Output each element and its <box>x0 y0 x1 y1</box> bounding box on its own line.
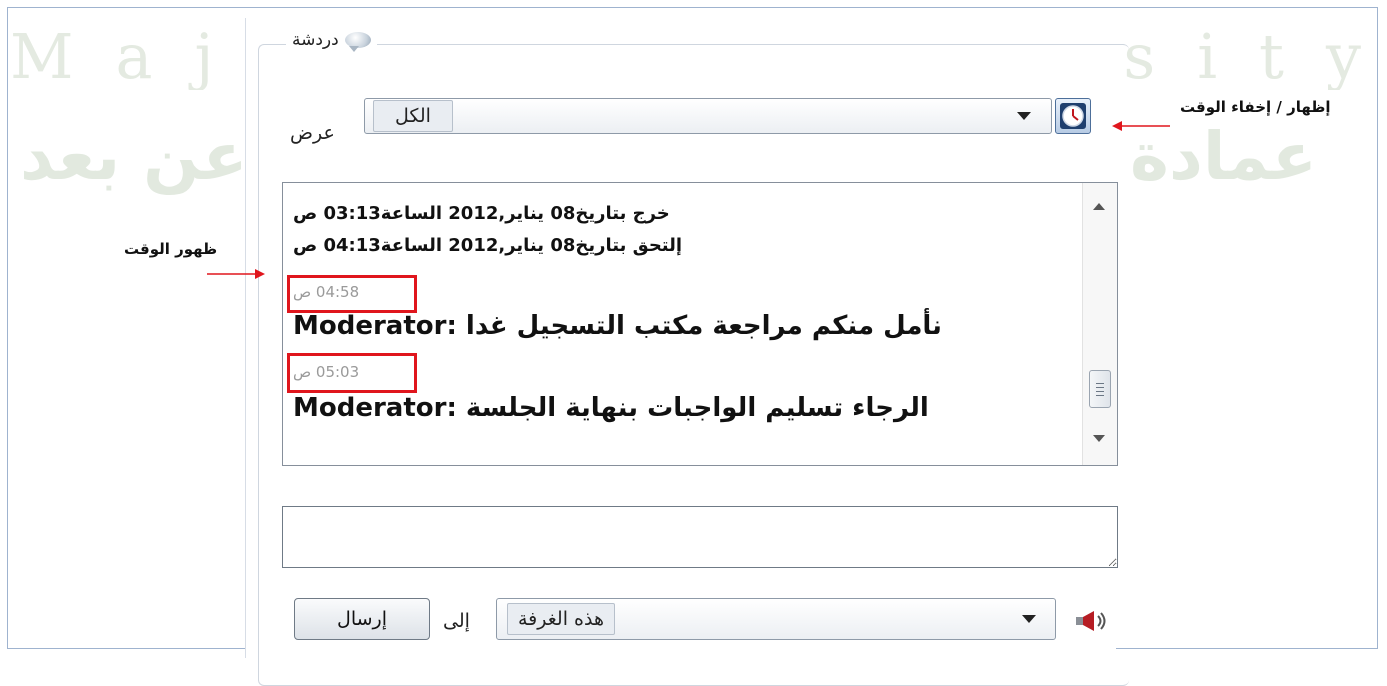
grip-line <box>1096 387 1104 388</box>
scroll-thumb[interactable] <box>1089 370 1111 408</box>
scroll-down-icon[interactable] <box>1093 435 1105 442</box>
recipient-label: إلى <box>443 610 470 632</box>
watermark-arabic-left: عن بعد <box>20 118 248 195</box>
toggle-time-button[interactable] <box>1055 98 1091 134</box>
grip-line <box>1096 383 1104 384</box>
send-button[interactable]: إرسال <box>294 598 430 640</box>
speaker-button[interactable] <box>1074 608 1114 634</box>
chat-panel-header: دردشة <box>286 30 377 52</box>
recipient-dropdown[interactable]: هذه الغرفة <box>496 598 1056 640</box>
chat-message: نأمل منكم مراجعة مكتب التسجيل غدا :Moder… <box>293 311 942 341</box>
recipient-value: هذه الغرفة <box>507 603 615 635</box>
timestamp-highlight-box <box>287 353 417 393</box>
chat-bubble-icon <box>344 32 371 52</box>
chevron-down-icon <box>1017 112 1031 120</box>
chat-log-scrollbar[interactable] <box>1082 183 1117 465</box>
message-input[interactable] <box>282 506 1118 568</box>
view-filter-value: الكل <box>373 100 453 132</box>
grip-line <box>1096 391 1104 392</box>
system-line-joined: إلتحق بتاريخ08 يناير,2012 الساعة04:13 ص <box>293 235 683 256</box>
callout-arrow-right <box>207 269 265 279</box>
view-filter-dropdown[interactable]: الكل <box>364 98 1052 134</box>
chat-panel: دردشة عرض الكل خرج بتاريخ08 يناير,2012 ا… <box>245 18 1129 686</box>
scroll-up-icon[interactable] <box>1093 203 1105 210</box>
grip-line <box>1096 395 1104 396</box>
callout-toggle-time: إظهار / إخفاء الوقت <box>1180 98 1331 116</box>
timestamp-highlight-box <box>287 275 417 313</box>
chat-panel-title: دردشة <box>292 30 339 50</box>
chevron-down-icon <box>1022 615 1036 623</box>
clock-icon <box>1060 103 1086 129</box>
speaker-icon <box>1076 611 1106 631</box>
chat-message: الرجاء تسليم الواجبات بنهاية الجلسة :Mod… <box>293 393 929 423</box>
chat-log[interactable]: خرج بتاريخ08 يناير,2012 الساعة03:13 ص إل… <box>282 182 1118 466</box>
view-filter-label: عرض <box>290 122 335 144</box>
callout-time-shown: ظهور الوقت <box>124 240 218 258</box>
callout-arrow-left <box>1112 121 1170 131</box>
system-line-left: خرج بتاريخ08 يناير,2012 الساعة03:13 ص <box>293 203 670 224</box>
